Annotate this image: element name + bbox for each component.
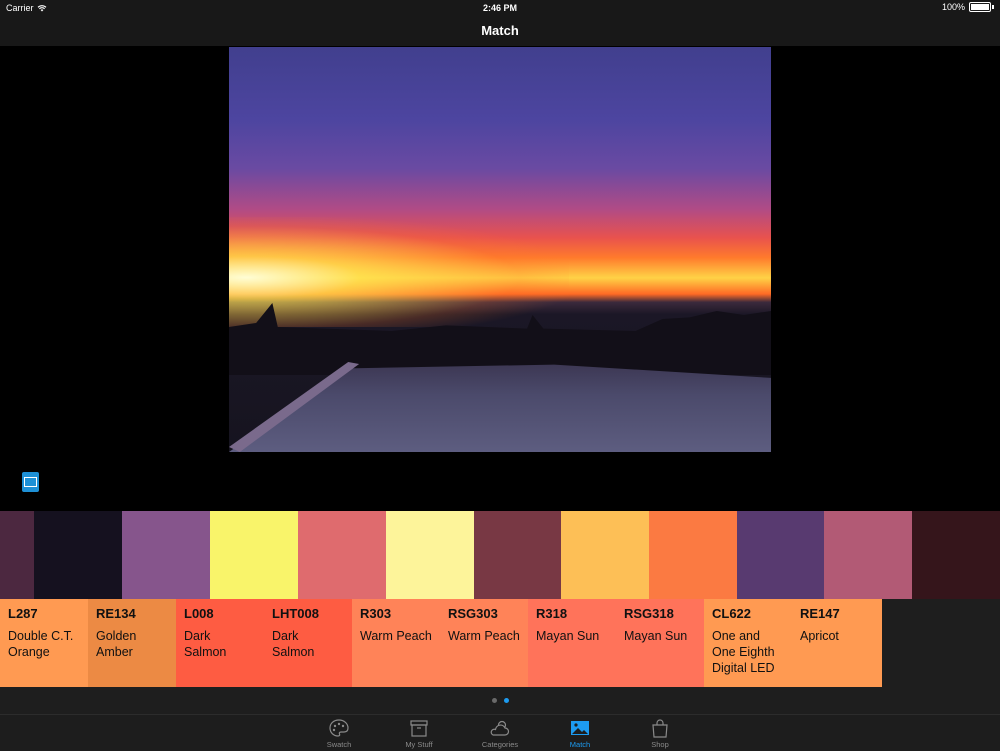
filter-name: Mayan Sun (624, 629, 688, 643)
swatch-color-10[interactable] (737, 511, 824, 599)
filter-code: RE134 (96, 606, 136, 621)
filter-card[interactable]: R318 Mayan Sun (528, 599, 616, 687)
swatch-color-2[interactable] (34, 511, 122, 599)
filter-card[interactable]: L008 Dark Salmon (176, 599, 264, 687)
filter-code: RE147 (800, 606, 840, 621)
filter-name: Golden Amber (96, 629, 137, 659)
status-bar: Carrier 2:46 PM 100% (0, 0, 1000, 16)
swatch-color-5[interactable] (298, 511, 386, 599)
swatch-color-7[interactable] (474, 511, 561, 599)
image-icon (568, 718, 592, 738)
box-icon (407, 718, 431, 738)
filter-card[interactable]: L287 Double C.T. Orange (0, 599, 88, 687)
page-dot[interactable] (503, 698, 509, 703)
filter-name: Warm Peach (360, 629, 432, 643)
swatch-color-3[interactable] (122, 511, 210, 599)
swatch-color-1[interactable] (0, 511, 34, 599)
tab-label: Categories (481, 740, 519, 749)
filter-card[interactable]: R303 Warm Peach (352, 599, 440, 687)
filter-code: CL622 (712, 606, 752, 621)
filter-name: One and One Eighth Digital LED (712, 629, 775, 675)
sunset-photo[interactable] (229, 47, 771, 452)
page-indicator[interactable] (0, 687, 1000, 714)
filter-code: RSG303 (448, 606, 498, 621)
swatch-color-6[interactable] (386, 511, 474, 599)
filter-code: R318 (536, 606, 568, 621)
swatch-color-9[interactable] (649, 511, 737, 599)
photo-album-icon (24, 477, 37, 487)
filter-name: Double C.T. Orange (8, 629, 74, 659)
filter-card[interactable]: LHT008 Dark Salmon (264, 599, 352, 687)
tab-label: Match (569, 740, 591, 749)
filter-name: Mayan Sun (536, 629, 600, 643)
palette-icon (327, 718, 351, 738)
filter-card[interactable]: RSG318 Mayan Sun (616, 599, 704, 687)
filter-code: RSG318 (624, 606, 674, 621)
top-bar: Carrier 2:46 PM 100% Match (0, 0, 1000, 46)
page-title: Match (481, 23, 519, 38)
filter-card[interactable]: RE147 Apricot (792, 599, 882, 687)
shopping-bag-icon (648, 718, 672, 738)
filter-name: Dark Salmon (272, 629, 315, 659)
swatch-strip (0, 511, 1000, 599)
tab-label: Swatch (326, 740, 352, 749)
tab-swatch[interactable]: Swatch (299, 715, 379, 751)
filter-card[interactable]: RSG303 Warm Peach (440, 599, 528, 687)
photo-album-button[interactable] (22, 472, 39, 492)
battery-icon (969, 2, 991, 12)
filter-name: Dark Salmon (184, 629, 227, 659)
filter-code: L008 (184, 606, 214, 621)
tab-label: Shop (651, 740, 669, 749)
filter-card[interactable]: RE134 Golden Amber (88, 599, 176, 687)
filter-code: LHT008 (272, 606, 319, 621)
tab-shop[interactable]: Shop (620, 715, 700, 751)
filter-code: R303 (360, 606, 392, 621)
filter-code: L287 (8, 606, 38, 621)
tab-bar: Swatch My Stuff Categories Match Shop (0, 714, 1000, 751)
filter-card[interactable]: CL622 One and One Eighth Digital LED (704, 599, 792, 687)
status-time: 2:46 PM (482, 3, 517, 13)
battery-percent: 100% (941, 2, 965, 12)
tab-label: My Stuff (405, 740, 433, 749)
tab-my-stuff[interactable]: My Stuff (379, 715, 459, 751)
filter-name: Warm Peach (448, 629, 520, 643)
tab-match[interactable]: Match (540, 715, 620, 751)
tab-categories[interactable]: Categories (460, 715, 540, 751)
swatch-color-8[interactable] (561, 511, 649, 599)
swatch-color-4[interactable] (210, 511, 298, 599)
swatch-color-11[interactable] (824, 511, 912, 599)
swatch-color-12[interactable] (912, 511, 1000, 599)
cloud-sun-icon (488, 718, 512, 738)
filter-name: Apricot (800, 629, 839, 643)
page-dot[interactable] (491, 698, 497, 703)
filter-cards: L287 Double C.T. Orange RE134 Golden Amber L… (0, 599, 1000, 687)
